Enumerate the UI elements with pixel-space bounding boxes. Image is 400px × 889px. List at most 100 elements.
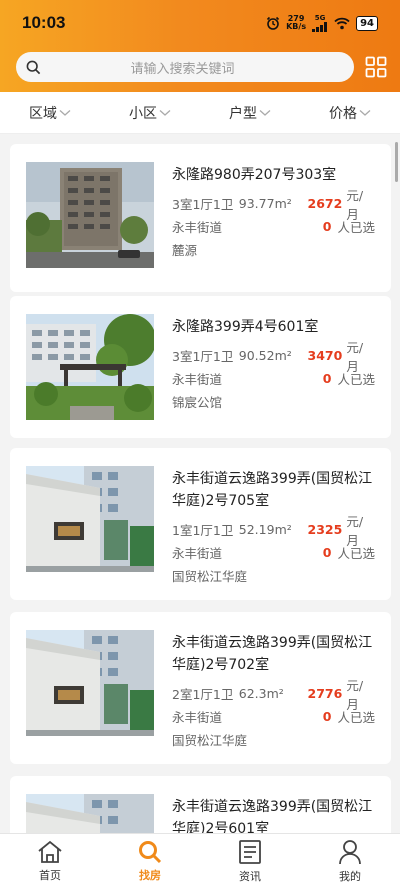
- status-bar: 10:03 279 KB/s 5G 94: [0, 0, 400, 46]
- listing-street-row: 永丰街道 0 人已选: [172, 541, 375, 564]
- search-icon: [26, 60, 41, 74]
- listing-layout: 3室1厅1卫: [172, 197, 234, 212]
- listing-estate: 麓源: [172, 243, 198, 258]
- battery-indicator: 94: [356, 15, 378, 31]
- listing-price: 3470: [307, 348, 343, 363]
- selected-unit: 人已选: [337, 220, 375, 235]
- listing-area: 62.3m²: [238, 686, 284, 701]
- garden-pavilion-photo: [26, 314, 154, 420]
- listing-estate: 国贸松江华庭: [172, 569, 248, 584]
- filter-bar: 区域 小区 户型 价格: [0, 92, 400, 134]
- network-type: 5G: [314, 13, 326, 22]
- tab-label: 资讯: [239, 870, 261, 883]
- listing-photo: [26, 630, 154, 736]
- listing-street-row: 永丰街道 0 人已选: [172, 705, 375, 728]
- tab-label: 找房: [139, 869, 161, 882]
- listing-info: 永丰街道云逸路399弄(国贸松江华庭)2号705室 1室1厅1卫 52.19m²…: [172, 468, 375, 587]
- alarm-icon: [267, 16, 280, 30]
- grid-icon: [365, 56, 387, 78]
- tab-label: 首页: [39, 869, 61, 882]
- tab-find-house[interactable]: 找房: [100, 834, 200, 889]
- listing-specs: 3室1厅1卫 93.77m² 2672 元/月: [172, 188, 375, 222]
- filter-region[interactable]: 区域: [0, 92, 100, 133]
- listing-estate: 锦宸公馆: [172, 395, 223, 410]
- listing-info: 永丰街道云逸路399弄(国贸松江华庭)2号702室 2室1厅1卫 62.3m² …: [172, 632, 375, 751]
- listing-info: 永隆路399弄4号601室 3室1厅1卫 90.52m² 3470 元/月 永丰…: [172, 316, 375, 413]
- signal-icon: [312, 21, 328, 32]
- listing-specs: 3室1厅1卫 90.52m² 3470 元/月: [172, 340, 375, 374]
- selected-unit: 人已选: [337, 546, 375, 561]
- header: 10:03 279 KB/s 5G 94 请输入搜索关键词: [0, 0, 400, 92]
- listing-info: 永隆路980弄207号303室 3室1厅1卫 93.77m² 2672 元/月 …: [172, 164, 375, 261]
- listing-layout: 1室1厅1卫: [172, 523, 234, 538]
- selected-count: 0: [322, 709, 332, 724]
- filter-layout[interactable]: 户型: [200, 92, 300, 133]
- selected-count: 0: [322, 219, 332, 234]
- selected-count: 0: [322, 371, 332, 386]
- tab-home[interactable]: 首页: [0, 834, 100, 889]
- filter-community[interactable]: 小区: [100, 92, 200, 133]
- filter-price[interactable]: 价格: [300, 92, 400, 133]
- listing-layout: 3室1厅1卫: [172, 349, 234, 364]
- bottom-tab-bar: 首页 找房 资讯 我的: [0, 833, 400, 889]
- listing-estate: 国贸松江华庭: [172, 733, 248, 748]
- search-row: 请输入搜索关键词: [16, 52, 388, 82]
- listing-card[interactable]: 永丰街道云逸路399弄(国贸松江华庭)2号702室 2室1厅1卫 62.3m² …: [10, 612, 391, 764]
- status-time: 10:03: [22, 13, 66, 32]
- cell-signal: 5G: [312, 13, 328, 32]
- listing-area: 52.19m²: [238, 522, 292, 537]
- filter-label: 小区: [129, 105, 157, 122]
- status-icons: 279 KB/s 5G 94: [266, 13, 378, 32]
- chevron-down-icon: [259, 109, 271, 116]
- estate-entrance-photo: [26, 630, 154, 736]
- chevron-down-icon: [159, 109, 171, 116]
- search-input[interactable]: 请输入搜索关键词: [16, 52, 354, 82]
- news-icon: [239, 840, 261, 864]
- listing-area: 90.52m²: [238, 348, 292, 363]
- listing-specs: 1室1厅1卫 52.19m² 2325 元/月: [172, 514, 375, 548]
- tab-label: 我的: [339, 870, 361, 883]
- chevron-down-icon: [59, 109, 71, 116]
- listing-title: 永丰街道云逸路399弄(国贸松江华庭)2号705室: [172, 471, 373, 509]
- listing-title: 永隆路399弄4号601室: [172, 319, 319, 335]
- estate-entrance-photo: [26, 466, 154, 572]
- listing-street-row: 永丰街道 0 人已选: [172, 215, 375, 238]
- search-icon: [139, 841, 162, 864]
- listing-street: 永丰街道: [172, 372, 223, 387]
- filter-label: 价格: [329, 105, 357, 122]
- filter-label: 区域: [29, 105, 57, 122]
- listing-price: 2325: [307, 522, 343, 537]
- category-grid-button[interactable]: [364, 55, 388, 79]
- listing-price: 2776: [307, 686, 343, 701]
- listing-area: 93.77m²: [238, 196, 292, 211]
- listing-layout: 2室1厅1卫: [172, 687, 234, 702]
- listing-street-row: 永丰街道 0 人已选: [172, 367, 375, 390]
- net-speed-unit: KB/s: [286, 22, 307, 31]
- selected-unit: 人已选: [337, 372, 375, 387]
- listing-price: 2672: [307, 196, 343, 211]
- apartment-tower-photo: [26, 162, 154, 268]
- listing-photo: [26, 314, 154, 420]
- search-placeholder: 请输入搜索关键词: [130, 61, 235, 77]
- chevron-down-icon: [359, 109, 371, 116]
- listing-street: 永丰街道: [172, 546, 223, 561]
- tab-news[interactable]: 资讯: [200, 834, 300, 889]
- home-icon: [38, 840, 62, 863]
- net-speed: 279 KB/s: [286, 15, 306, 31]
- selected-count: 0: [322, 545, 332, 560]
- listing-street: 永丰街道: [172, 220, 223, 235]
- listing-card[interactable]: 永隆路399弄4号601室 3室1厅1卫 90.52m² 3470 元/月 永丰…: [10, 296, 391, 438]
- scrollbar[interactable]: [395, 142, 398, 182]
- listing-card[interactable]: 永隆路980弄207号303室 3室1厅1卫 93.77m² 2672 元/月 …: [10, 144, 391, 292]
- listing-photo: [26, 162, 154, 268]
- filter-label: 户型: [229, 105, 257, 122]
- listing-specs: 2室1厅1卫 62.3m² 2776 元/月: [172, 678, 375, 712]
- profile-icon: [339, 840, 361, 865]
- listing-street: 永丰街道: [172, 710, 223, 725]
- listing-card[interactable]: 永丰街道云逸路399弄(国贸松江华庭)2号705室 1室1厅1卫 52.19m²…: [10, 448, 391, 600]
- listing-photo: [26, 466, 154, 572]
- selected-unit: 人已选: [337, 710, 375, 725]
- tab-profile[interactable]: 我的: [300, 834, 400, 889]
- listing-title: 永隆路980弄207号303室: [172, 167, 337, 183]
- wifi-icon: [334, 17, 350, 29]
